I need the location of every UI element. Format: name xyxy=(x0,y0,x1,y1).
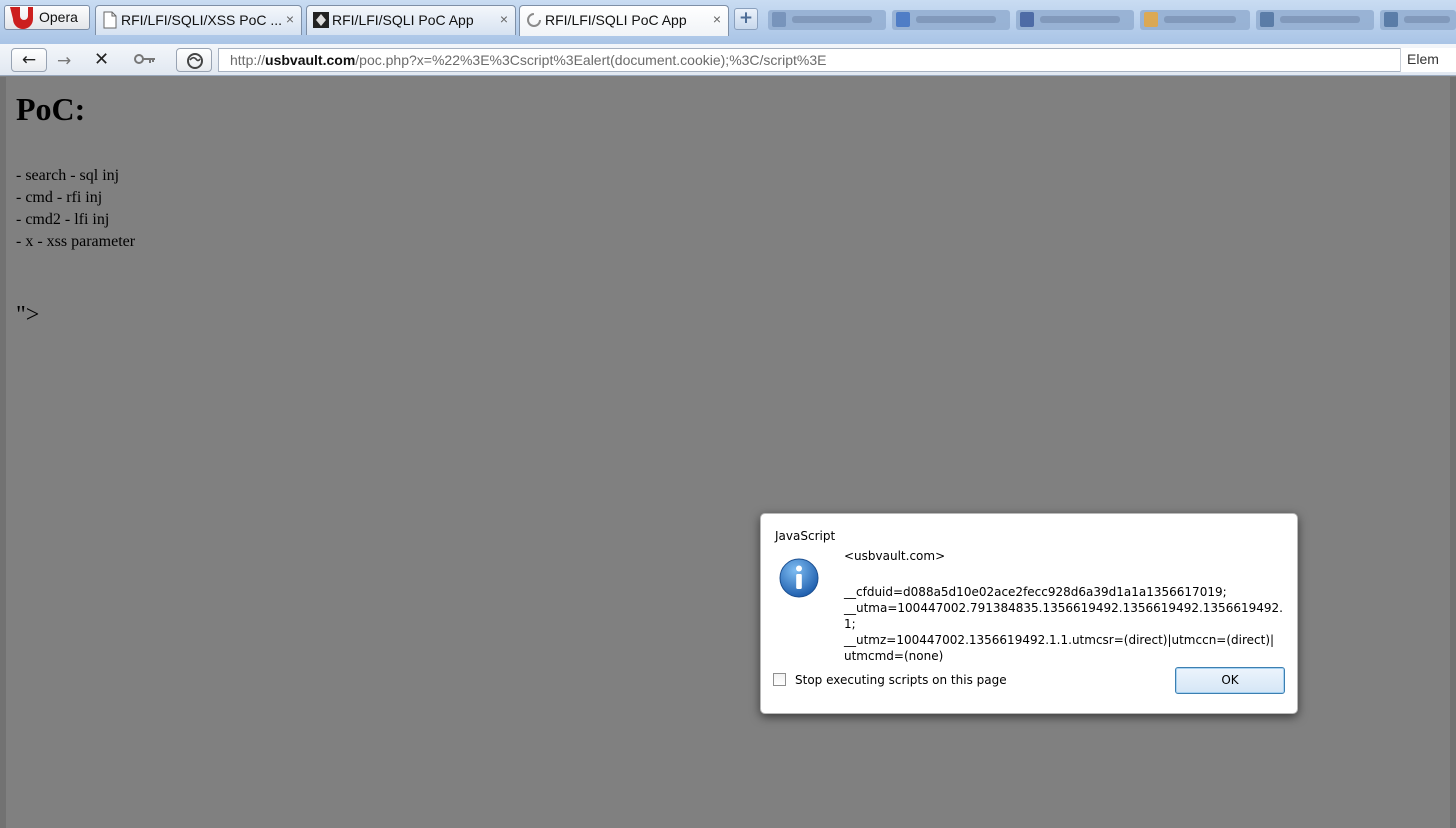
blurred-tab-title xyxy=(1040,16,1120,23)
blurred-favicon-icon xyxy=(1384,12,1398,27)
blank-page-icon xyxy=(103,11,117,29)
close-tab-icon[interactable]: × xyxy=(500,11,508,27)
back-button[interactable]: ← xyxy=(11,48,47,72)
forward-button[interactable]: → xyxy=(57,51,71,71)
blurred-tab-title xyxy=(1164,16,1236,23)
javascript-alert-dialog: JavaScript <usbvault.com> __cfduid=d088a… xyxy=(760,513,1298,714)
blurred-favicon-icon xyxy=(772,12,786,27)
globe-icon xyxy=(187,53,203,69)
list-item: - search - sql inj xyxy=(16,167,120,184)
tab-poc-app-1[interactable]: RFI/LFI/SQLI PoC App × xyxy=(306,5,516,35)
blurred-favicon-icon xyxy=(1260,12,1274,27)
page-right-border xyxy=(1450,77,1456,828)
new-tab-button[interactable]: + xyxy=(734,8,758,30)
blurred-favicon-icon xyxy=(896,12,910,27)
key-icon[interactable] xyxy=(134,53,156,65)
tab-xss-poc[interactable]: RFI/LFI/SQLI/XSS PoC ... × xyxy=(95,5,302,35)
blurred-tab-title xyxy=(1280,16,1360,23)
tab-title: RFI/LFI/SQLI PoC App xyxy=(332,12,474,28)
page-heading: PoC: xyxy=(16,91,86,127)
blurred-tab-title xyxy=(1404,16,1450,23)
blurred-tab[interactable] xyxy=(892,10,1010,30)
opera-menu-button[interactable]: Opera xyxy=(4,5,90,30)
url-domain: usbvault.com xyxy=(265,52,356,68)
search-field[interactable]: Elem xyxy=(1400,48,1456,72)
dialog-message: __cfduid=d088a5d10e02ace2fecc928d6a39d1a… xyxy=(844,585,1283,663)
tab-title: RFI/LFI/SQLI PoC App xyxy=(545,12,687,28)
url-prefix: http:// xyxy=(230,52,266,68)
site-info-button[interactable] xyxy=(176,48,212,72)
site-favicon-icon xyxy=(313,12,329,28)
tab-poc-app-active[interactable]: RFI/LFI/SQLI PoC App × xyxy=(519,5,729,36)
stop-scripts-checkbox[interactable] xyxy=(773,673,786,686)
opera-menu-label: Opera xyxy=(39,9,78,25)
blurred-tab[interactable] xyxy=(1140,10,1250,30)
blurred-tab-title xyxy=(916,16,996,23)
tab-title: RFI/LFI/SQLI/XSS PoC ... xyxy=(121,12,283,28)
stop-scripts-label[interactable]: Stop executing scripts on this page xyxy=(795,673,1007,687)
close-tab-icon[interactable]: × xyxy=(286,11,294,27)
url-path: /poc.php?x=%22%3E%3Cscript%3Ealert(docum… xyxy=(355,52,827,68)
blurred-favicon-icon xyxy=(1020,12,1034,27)
blurred-tab[interactable] xyxy=(1256,10,1374,30)
blurred-favicon-icon xyxy=(1144,12,1158,27)
navigation-bar: ← → ✕ http://usbvault.com/poc.php?x=%22%… xyxy=(0,44,1456,76)
blurred-tab[interactable] xyxy=(768,10,886,30)
info-icon xyxy=(779,558,819,598)
tab-strip: Opera RFI/LFI/SQLI/XSS PoC ... × RFI/LFI… xyxy=(0,0,1456,44)
list-item: - cmd2 - lfi inj xyxy=(16,211,110,228)
web-page: PoC: - search - sql inj - cmd - rfi inj … xyxy=(6,77,1450,828)
blurred-tab-title xyxy=(792,16,872,23)
dialog-title: JavaScript xyxy=(775,529,836,543)
list-item: - cmd - rfi inj xyxy=(16,189,103,206)
xss-output-text: "> xyxy=(16,302,40,328)
ok-button[interactable]: OK xyxy=(1175,667,1285,694)
list-item: - x - xss parameter xyxy=(16,233,136,250)
stop-button[interactable]: ✕ xyxy=(94,49,109,70)
dialog-origin: <usbvault.com> xyxy=(844,549,946,563)
loading-spinner-icon xyxy=(527,13,541,27)
poc-list: - search - sql inj - cmd - rfi inj - cmd… xyxy=(16,165,135,253)
address-input[interactable]: http://usbvault.com/poc.php?x=%22%3E%3Cs… xyxy=(218,48,1456,72)
opera-logo-icon xyxy=(10,7,33,29)
close-tab-icon[interactable]: × xyxy=(713,11,721,27)
blurred-tab[interactable] xyxy=(1380,10,1456,30)
blurred-tab[interactable] xyxy=(1016,10,1134,30)
